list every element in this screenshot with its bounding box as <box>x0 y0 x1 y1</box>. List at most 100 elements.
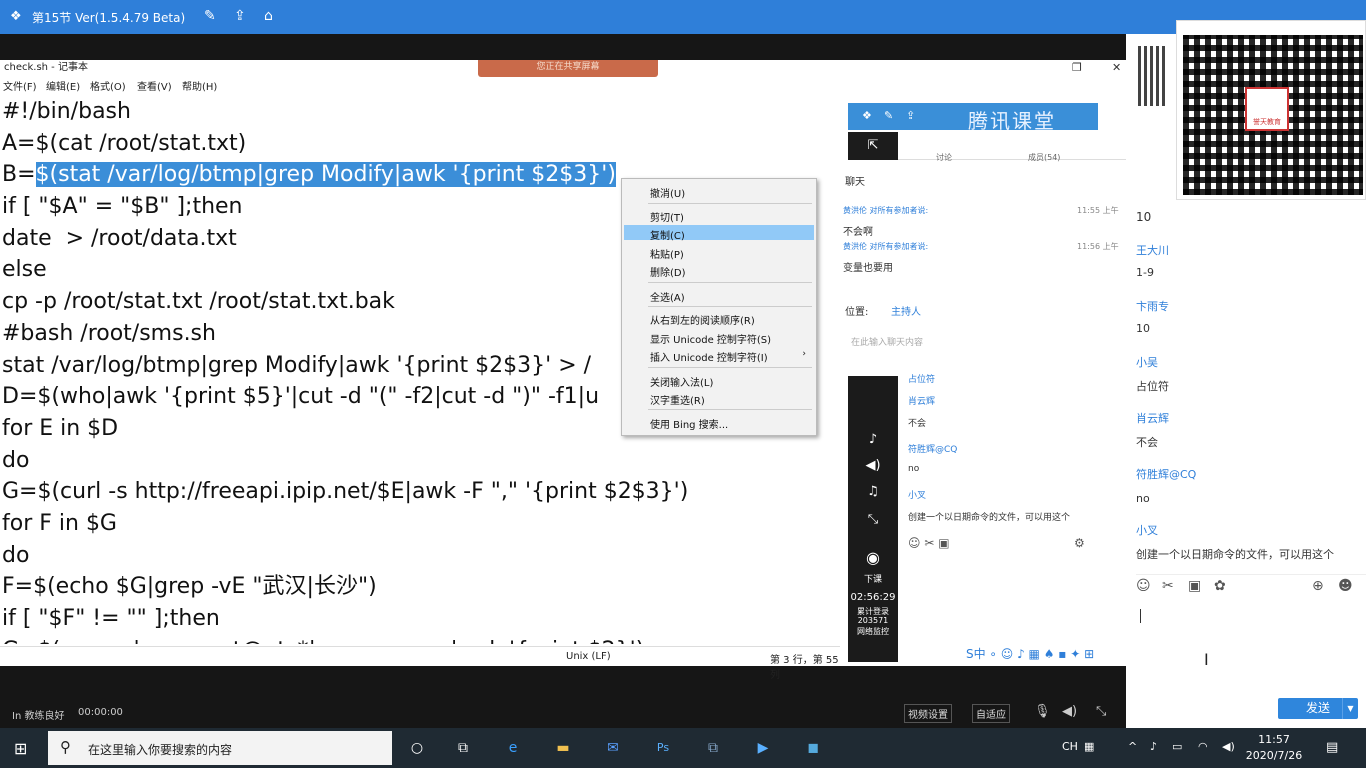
chat-label: 聊天 <box>845 177 865 188</box>
keyboard-icon[interactable]: ▦ <box>1084 740 1094 753</box>
fullscreen-icon[interactable]: ⤡ <box>1096 704 1106 719</box>
text-cursor-icon: I <box>1204 650 1209 669</box>
menu-item-rtl[interactable]: 从右到左的阅读顺序(R) <box>650 312 755 327</box>
menu-item-bing-search[interactable]: 使用 Bing 搜索... <box>650 416 728 431</box>
add-member-icon[interactable]: ⊕ <box>1312 578 1324 594</box>
app-icon[interactable]: ⧉ <box>702 737 724 759</box>
menu-file[interactable]: 文件(F) <box>3 78 37 93</box>
battery-icon[interactable]: ▭ <box>1172 740 1182 753</box>
image-icon[interactable]: ▣ <box>1188 578 1201 594</box>
tencent-class-header: ❖ ✎ ⇪ 腾讯课堂 <box>848 103 1098 133</box>
edit-icon[interactable]: ✎ <box>204 8 216 24</box>
edit-icon[interactable]: ✎ <box>884 109 893 122</box>
menu-item-show-unicode[interactable]: 显示 Unicode 控制字符(S) <box>650 331 771 346</box>
share-icon[interactable]: ⇪ <box>234 8 246 24</box>
code-line: F=$(echo $G|grep -vE "武汉|长沙") <box>2 574 377 600</box>
class-timer: 02:56:29 <box>850 592 896 603</box>
notification-icon[interactable]: ▤ <box>1326 740 1338 755</box>
file-explorer-icon[interactable]: ▬ <box>552 737 574 759</box>
notepad-title: check.sh - 记事本 <box>4 62 88 73</box>
class-control-bar: In 教练良好 00:00:00 视频设置 自适应 🎙 ◀) ⤡ <box>0 696 1126 730</box>
share-icon[interactable]: ⇪ <box>906 109 915 122</box>
app-title-bar: ❖ 第15节 Ver(1.5.4.79 Beta) ✎ ⇪ ⌂ <box>0 0 1366 34</box>
code-line: G=$(curl -s http://freeapi.ipip.net/$E|a… <box>2 479 689 505</box>
mail-icon[interactable]: ✉ <box>602 737 624 759</box>
adaptive-button[interactable]: 自适应 <box>972 704 1010 723</box>
fullscreen-icon[interactable]: ⤡ <box>848 512 898 527</box>
end-class-icon[interactable]: ◉ <box>848 548 898 567</box>
menu-format[interactable]: 格式(O) <box>90 78 126 93</box>
menu-item-cut[interactable]: 剪切(T) <box>650 209 684 224</box>
mini-chat-panel: 聊天 黄洪伦 对所有参加者说: 11:55 上午 不会啊 黄洪伦 对所有参加者说… <box>835 165 1126 370</box>
mute-icon[interactable]: 🎙 <box>1034 704 1051 719</box>
chat-input[interactable] <box>1132 599 1360 699</box>
menu-view[interactable]: 查看(V) <box>137 78 172 93</box>
chevron-up-icon[interactable]: ^ <box>1128 740 1137 753</box>
student-name: 符胜辉@CQ <box>908 445 958 455</box>
microphone-icon[interactable]: ♪ <box>848 432 898 447</box>
menu-item-reconvert[interactable]: 汉字重选(R) <box>650 392 705 407</box>
menu-help[interactable]: 帮助(H) <box>182 78 217 93</box>
menu-item-close-ime[interactable]: 关闭输入法(L) <box>650 374 713 389</box>
menu-item-paste[interactable]: 粘贴(P) <box>650 246 684 261</box>
restore-icon[interactable]: ❐ <box>1072 60 1082 76</box>
emoji-icon[interactable]: ☺ ✂ ▣ <box>908 536 950 550</box>
close-icon[interactable]: ✕ <box>1112 60 1121 76</box>
qr-code-large: 誉天教育 <box>1176 20 1366 200</box>
menu-edit[interactable]: 编辑(E) <box>46 78 80 93</box>
settings-icon[interactable]: ⚙ <box>1074 536 1085 550</box>
task-view-icon[interactable]: ⧉ <box>452 737 474 759</box>
chat-input-hint[interactable]: 在此输入聊天内容 <box>851 335 923 348</box>
windows-taskbar: ⊞ ⚲ 在这里输入你要搜索的内容 ○ ⧉ e ▬ ✉ Ps ⧉ ▶ ◼ CH ▦… <box>0 728 1366 768</box>
member-icon[interactable]: ☻ <box>1338 578 1353 594</box>
windows-start-icon[interactable]: ⊞ <box>14 739 27 758</box>
menu-item-copy[interactable]: 复制(C) <box>650 227 685 242</box>
speaker-icon[interactable]: ◀) <box>848 458 898 473</box>
volume-icon[interactable]: ◀) <box>1222 740 1235 753</box>
volume-icon[interactable]: ◀) <box>1062 704 1077 719</box>
menu-item-insert-unicode[interactable]: 插入 Unicode 控制字符(I) <box>650 349 768 364</box>
emoji-icon[interactable]: ☺ <box>1136 578 1151 594</box>
tab-discussion[interactable]: 讨论 <box>936 152 952 163</box>
cortana-icon[interactable]: ○ <box>406 737 428 759</box>
video-app-icon[interactable]: ◼ <box>802 737 824 759</box>
student-message: 不会 <box>908 419 927 429</box>
position-value[interactable]: 主持人 <box>891 303 921 318</box>
menu-item-select-all[interactable]: 全选(A) <box>650 289 685 304</box>
edge-icon[interactable]: e <box>502 737 524 759</box>
clock-time: 11:57 <box>1258 733 1290 746</box>
menu-item-undo[interactable]: 撤消(U) <box>650 185 685 200</box>
music-icon[interactable]: ♫ <box>848 484 898 499</box>
video-settings-button[interactable]: 视频设置 <box>904 704 952 723</box>
ime-toolbar[interactable]: S中 ∘ ☺ ♪ ▦ ♠ ▪ ✦ ⊞ <box>966 645 1126 665</box>
home-icon[interactable]: ⌂ <box>264 8 273 24</box>
chevron-down-icon[interactable]: ▼ <box>1342 698 1358 719</box>
code-line-prefix: B= <box>2 162 36 188</box>
photoshop-icon[interactable]: Ps <box>652 737 674 759</box>
chat-sender: 黄洪伦 对所有参加者说: <box>843 242 929 251</box>
stat-line: 203571 <box>857 616 889 625</box>
stat-line: 网络监控 <box>857 627 889 636</box>
menu-separator <box>648 282 812 283</box>
chat-sender: 小吴 <box>1136 356 1158 369</box>
ime-indicator[interactable]: CH <box>1062 740 1078 753</box>
search-icon: ⚲ <box>60 738 71 756</box>
taskbar-clock[interactable]: 11:57 2020/7/26 <box>1244 732 1304 764</box>
end-class-label[interactable]: 下课 <box>848 572 898 585</box>
send-button[interactable]: 发送 ▼ <box>1278 698 1358 719</box>
code-line: A=$(cat /root/stat.txt) <box>2 130 247 156</box>
network-status: In 教练良好 <box>12 711 65 722</box>
tab-members[interactable]: 成员(54) <box>1028 152 1060 163</box>
screen-share-button[interactable]: ⇱ <box>848 132 898 160</box>
menu-item-delete[interactable]: 删除(D) <box>650 264 686 279</box>
selected-text[interactable]: $(stat /var/log/btmp|grep Modify|awk '{p… <box>35 162 616 188</box>
search-placeholder: 在这里输入你要搜索的内容 <box>88 743 233 757</box>
tencent-class-taskbar-icon[interactable]: ▶ <box>752 737 774 759</box>
taskbar-search[interactable]: ⚲ 在这里输入你要搜索的内容 <box>48 731 392 765</box>
scissors-icon[interactable]: ✂ <box>1162 578 1174 594</box>
flower-icon[interactable]: ✿ <box>1214 578 1226 594</box>
student-message: 创建一个以日期命令的文件，可以用这个 <box>908 513 1071 523</box>
wifi-icon[interactable]: ◠ <box>1198 740 1208 753</box>
microphone-icon[interactable]: ♪ <box>1150 740 1157 753</box>
menu-separator <box>648 306 812 307</box>
